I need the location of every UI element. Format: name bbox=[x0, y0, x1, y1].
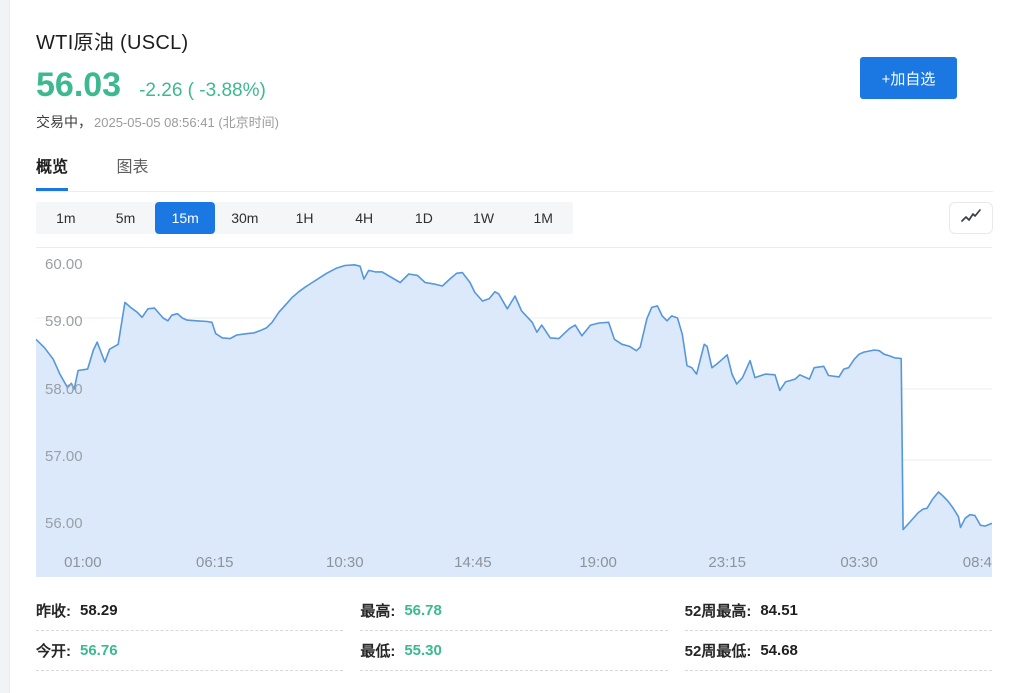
stat-value: 56.76 bbox=[80, 642, 118, 659]
stat-value: 54.68 bbox=[760, 642, 798, 659]
quote-timestamp: 2025-05-05 08:56:41 (北京时间) bbox=[94, 115, 279, 130]
stat-open: 今开: 56.76 bbox=[36, 631, 343, 671]
svg-text:58.00: 58.00 bbox=[45, 381, 83, 398]
stat-value: 84.51 bbox=[760, 602, 798, 619]
section-tabs: 概览 图表 bbox=[36, 153, 993, 192]
stat-value: 56.78 bbox=[404, 602, 442, 619]
svg-text:06:15: 06:15 bbox=[196, 554, 234, 571]
timeframe-30m[interactable]: 30m bbox=[215, 202, 275, 234]
price-chart: 60.00 59.00 58.00 57.00 56.00 01:00 06:15 10:30… bbox=[36, 247, 992, 577]
trading-status: 交易中， bbox=[36, 114, 92, 130]
timeframe-1h[interactable]: 1H bbox=[275, 202, 335, 234]
svg-text:57.00: 57.00 bbox=[45, 448, 83, 465]
last-price: 56.03 bbox=[36, 67, 121, 103]
stat-label: 52周最低: bbox=[685, 640, 752, 661]
svg-text:08:4: 08:4 bbox=[963, 554, 992, 571]
stat-label: 最高: bbox=[360, 600, 395, 621]
svg-text:19:00: 19:00 bbox=[579, 554, 617, 571]
svg-text:23:15: 23:15 bbox=[708, 554, 746, 571]
timeframe-15m[interactable]: 15m bbox=[155, 202, 215, 234]
chart-type-button[interactable] bbox=[949, 202, 993, 234]
svg-text:56.00: 56.00 bbox=[45, 515, 83, 532]
stat-label: 今开: bbox=[36, 640, 71, 661]
timeframe-1mo[interactable]: 1M bbox=[513, 202, 573, 234]
trading-status-row: 交易中，2025-05-05 08:56:41 (北京时间) bbox=[36, 112, 993, 132]
add-watchlist-button[interactable]: +加自选 bbox=[860, 57, 957, 99]
svg-text:01:00: 01:00 bbox=[64, 554, 102, 571]
stat-label: 52周最高: bbox=[685, 600, 752, 621]
stat-high: 最高: 56.78 bbox=[360, 591, 667, 631]
svg-text:59.00: 59.00 bbox=[45, 313, 83, 330]
stat-label: 最低: bbox=[360, 640, 395, 661]
price-change: -2.26 ( -3.88%) bbox=[139, 80, 266, 102]
stats-grid: 昨收: 58.29 最高: 56.78 52周最高: 84.51 今开: 56.… bbox=[36, 591, 992, 671]
stat-value: 55.30 bbox=[404, 642, 442, 659]
svg-text:10:30: 10:30 bbox=[326, 554, 364, 571]
tab-chart[interactable]: 图表 bbox=[116, 153, 148, 191]
svg-text:03:30: 03:30 bbox=[840, 554, 878, 571]
timeframe-1m[interactable]: 1m bbox=[36, 202, 96, 234]
page-title: WTI原油 (USCL) bbox=[36, 26, 993, 55]
svg-text:60.00: 60.00 bbox=[45, 256, 83, 273]
stat-low: 最低: 55.30 bbox=[360, 631, 667, 671]
stat-label: 昨收: bbox=[36, 600, 71, 621]
svg-text:14:45: 14:45 bbox=[454, 554, 492, 571]
page-left-gutter bbox=[0, 0, 10, 693]
timeframe-1w[interactable]: 1W bbox=[454, 202, 514, 234]
timeframe-4h[interactable]: 4H bbox=[334, 202, 394, 234]
instrument-page: WTI原油 (USCL) 56.03 -2.26 ( -3.88%) 交易中，2… bbox=[36, 0, 993, 671]
price-chart-canvas[interactable]: 60.00 59.00 58.00 57.00 56.00 01:00 06:15 10:30… bbox=[36, 247, 992, 577]
stat-prev-close: 昨收: 58.29 bbox=[36, 591, 343, 631]
price-row: 56.03 -2.26 ( -3.88%) bbox=[36, 67, 993, 103]
timeframe-1d[interactable]: 1D bbox=[394, 202, 454, 234]
timeframe-bar: 1m 5m 15m 30m 1H 4H 1D 1W 1M bbox=[36, 202, 573, 234]
tab-overview[interactable]: 概览 bbox=[36, 153, 68, 191]
stat-52w-low: 52周最低: 54.68 bbox=[685, 631, 992, 671]
timeframe-row: 1m 5m 15m 30m 1H 4H 1D 1W 1M bbox=[36, 202, 993, 234]
timeframe-5m[interactable]: 5m bbox=[96, 202, 156, 234]
stat-value: 58.29 bbox=[80, 602, 118, 619]
trend-line-icon bbox=[960, 208, 982, 229]
stat-52w-high: 52周最高: 84.51 bbox=[685, 591, 992, 631]
